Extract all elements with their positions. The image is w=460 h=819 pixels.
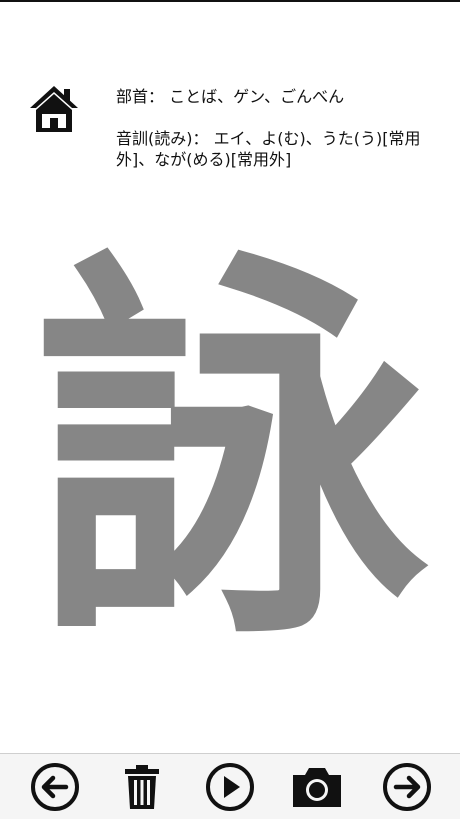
arrow-right-icon bbox=[383, 763, 431, 811]
back-button[interactable] bbox=[28, 760, 82, 814]
home-icon bbox=[30, 86, 78, 132]
camera-button[interactable] bbox=[290, 760, 344, 814]
radical-text: 部首： ことば、ゲン、ごんべん bbox=[116, 87, 345, 106]
top-divider bbox=[0, 0, 460, 2]
play-button[interactable] bbox=[203, 760, 257, 814]
next-button[interactable] bbox=[380, 760, 434, 814]
bottom-toolbar bbox=[0, 753, 460, 819]
trash-icon bbox=[125, 765, 159, 809]
play-icon bbox=[206, 763, 254, 811]
kanji-info: 部首： ことば、ゲン、ごんべん 音訓(読み)： エイ、よ(む)、うた(う)[常用… bbox=[116, 86, 446, 191]
reading-text: 音訓(読み)： エイ、よ(む)、うた(う)[常用外]、なが(める)[常用外] bbox=[116, 129, 421, 169]
home-button[interactable] bbox=[28, 84, 80, 134]
delete-button[interactable] bbox=[115, 760, 169, 814]
arrow-left-icon bbox=[31, 763, 79, 811]
camera-icon bbox=[293, 768, 341, 807]
kanji-character: 詠 bbox=[30, 218, 430, 688]
